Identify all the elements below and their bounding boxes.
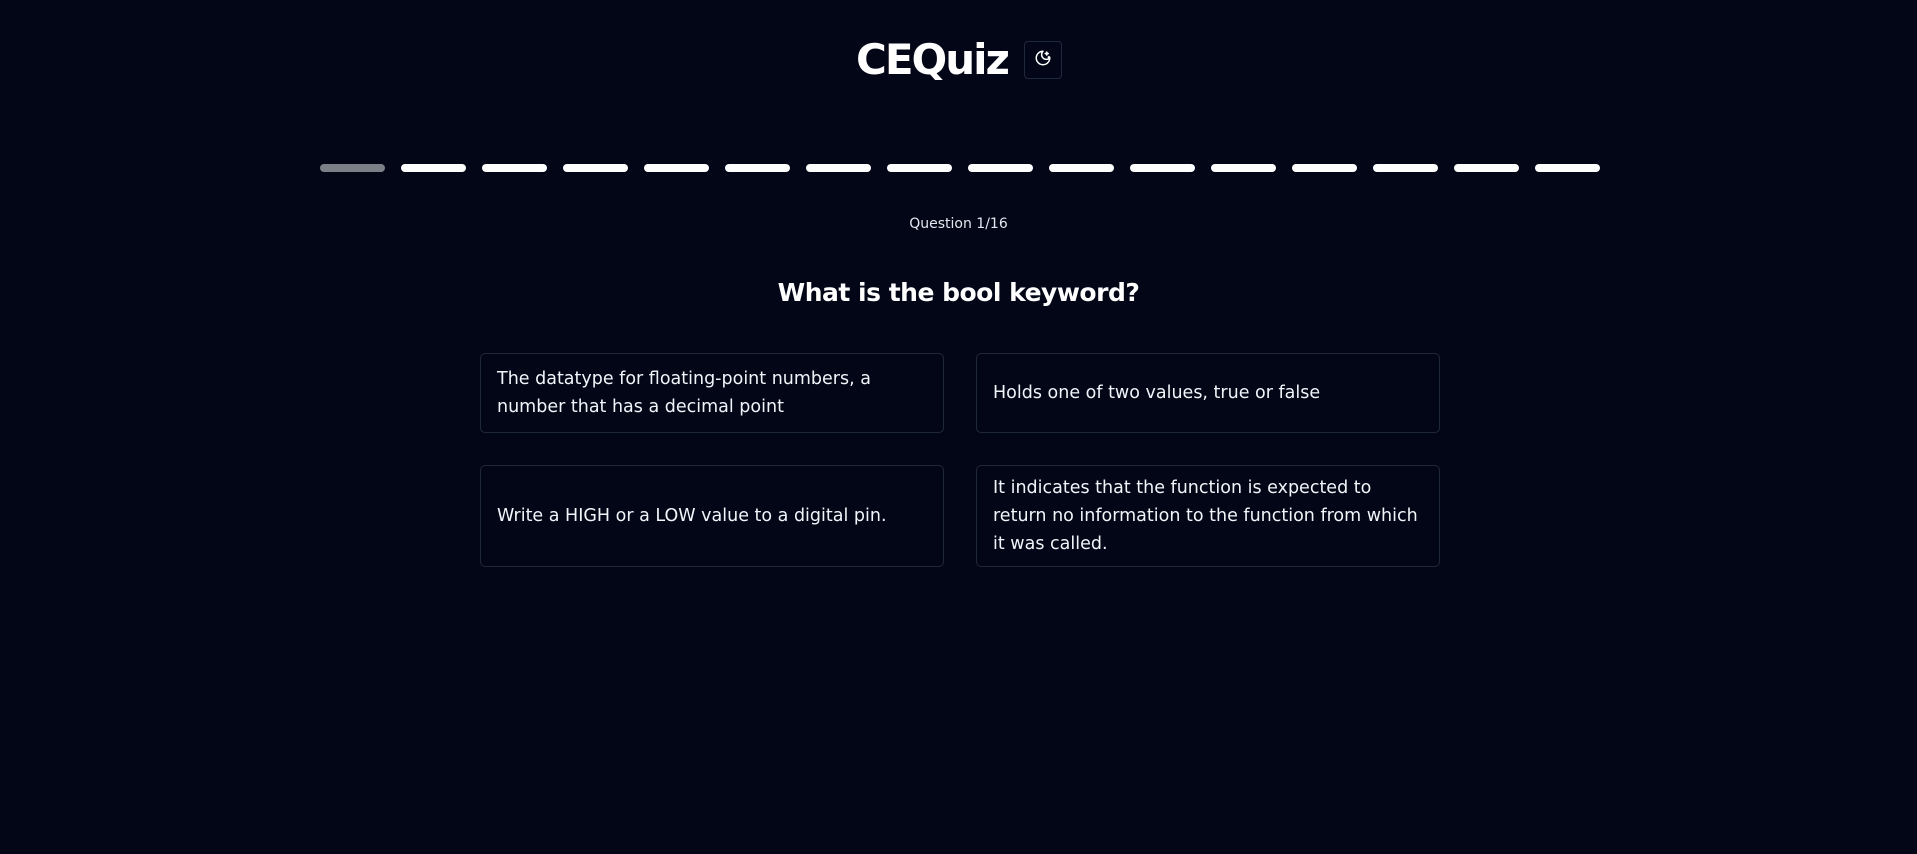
progress-segment	[482, 164, 547, 172]
progress-segment	[1049, 164, 1114, 172]
answer-option-1[interactable]: The datatype for floating-point numbers,…	[480, 353, 944, 433]
answer-option-text: It indicates that the function is expect…	[993, 478, 1418, 554]
progress-segment	[401, 164, 466, 172]
progress-bar	[320, 164, 1600, 173]
header: CEQuiz	[0, 30, 1917, 92]
progress-segment	[644, 164, 709, 172]
progress-segment	[968, 164, 1033, 172]
progress-segment	[725, 164, 790, 172]
progress-segment	[887, 164, 952, 172]
answer-option-text: The datatype for floating-point numbers,…	[497, 369, 871, 417]
progress-segment	[320, 164, 385, 172]
answer-option-text: Holds one of two values, true or false	[993, 383, 1321, 403]
progress-segment	[1373, 164, 1438, 172]
moon-stars-icon	[1034, 49, 1052, 71]
progress-segment	[1535, 164, 1600, 172]
app-title: CEQuiz	[856, 35, 1010, 84]
question-counter: Question 1/16	[909, 216, 1008, 232]
progress-segment	[563, 164, 628, 172]
question-text: What is the bool keyword?	[777, 278, 1140, 307]
answer-option-text: Write a HIGH or a LOW value to a digital…	[497, 506, 887, 526]
progress-segment	[1454, 164, 1519, 172]
answer-option-3[interactable]: Write a HIGH or a LOW value to a digital…	[480, 465, 944, 567]
answer-option-2[interactable]: Holds one of two values, true or false	[976, 353, 1440, 433]
quiz-page: CEQuiz Question 1/16 What is the bool ke…	[0, 0, 1917, 854]
progress-segment	[1211, 164, 1276, 172]
theme-toggle-button[interactable]	[1024, 41, 1062, 79]
progress-segment	[1292, 164, 1357, 172]
answer-option-4[interactable]: It indicates that the function is expect…	[976, 465, 1440, 567]
progress-segment	[1130, 164, 1195, 172]
progress-segment	[806, 164, 871, 172]
